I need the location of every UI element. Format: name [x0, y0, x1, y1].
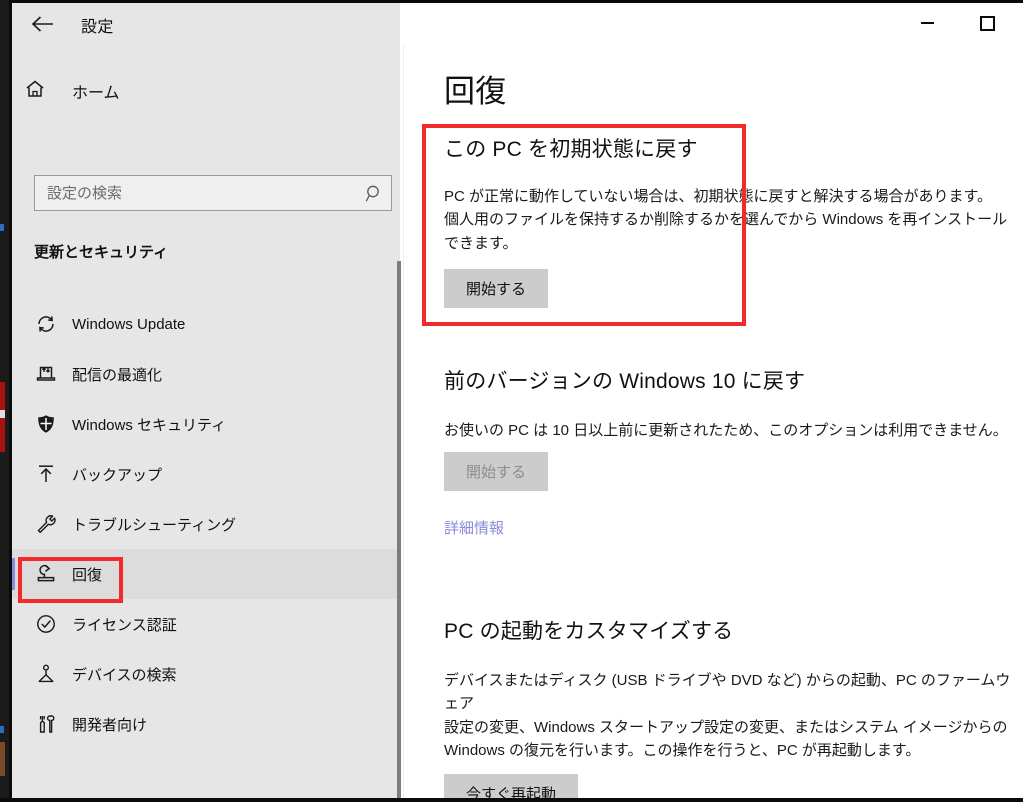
sidebar-item-label: デバイスの検索 [72, 666, 177, 684]
maximize-button[interactable] [963, 3, 1011, 43]
shield-icon [24, 413, 68, 435]
sidebar-item-home-label: ホーム [72, 85, 120, 102]
minimize-button[interactable] [903, 3, 951, 43]
background-accent-red-a [0, 382, 5, 410]
sidebar-item-label: Windows セキュリティ [72, 416, 227, 434]
window-bottom-edge [0, 798, 1023, 802]
go-back-more-info-link[interactable]: 詳細情報 [444, 520, 504, 537]
section-title: PC の起動をカスタマイズする [444, 620, 734, 643]
sidebar-item-delivery-optimization[interactable]: 配信の最適化 [12, 349, 400, 399]
maximize-icon [979, 15, 995, 31]
sidebar-item-windows-security[interactable]: Windows セキュリティ [12, 399, 400, 449]
sidebar-section-header: 更新とセキュリティ [34, 244, 169, 261]
home-icon [24, 78, 68, 105]
back-button[interactable] [20, 3, 66, 45]
title-bar: 設定 [12, 3, 1023, 45]
sidebar-nav-list: Windows Update 配信の最適化 Windows セキュリティ バック… [12, 299, 400, 749]
search-box[interactable] [34, 175, 392, 211]
sidebar-item-activation[interactable]: ライセンス認証 [12, 599, 400, 649]
background-accent-red-b [0, 418, 5, 452]
minimize-icon [920, 22, 934, 24]
background-accent-c [0, 742, 5, 776]
sidebar-item-windows-update[interactable]: Windows Update [12, 299, 400, 349]
section-advanced-startup: PC の起動をカスタマイズする デバイスまたはディスク (USB ドライブや D… [444, 615, 1023, 802]
sidebar-item-label: 開発者向け [72, 716, 148, 734]
section-body: PC が正常に動作していない場合は、初期状態に戻すと解決する場合があります。 個… [444, 188, 1008, 252]
wrench-icon [24, 513, 68, 535]
reset-pc-start-button[interactable]: 開始する [444, 268, 549, 308]
delivery-optimization-icon [24, 363, 68, 385]
go-back-start-button: 開始する [444, 452, 549, 492]
sync-refresh-icon [24, 313, 68, 335]
back-arrow-icon [31, 16, 53, 32]
sidebar-item-label: 配信の最適化 [72, 366, 163, 384]
search-icon [357, 184, 391, 203]
title-bar-left [12, 3, 400, 45]
sidebar-item-home[interactable]: ホーム [12, 71, 400, 111]
sidebar-item-find-my-device[interactable]: デバイスの検索 [12, 649, 400, 699]
section-body: デバイスまたはディスク (USB ドライブや DVD など) からの起動、PC … [444, 672, 1011, 759]
sidebar-item-for-developers[interactable]: 開発者向け [12, 699, 400, 749]
sidebar-item-label: バックアップ [72, 466, 163, 484]
section-reset-pc: この PC を初期状態に戻す PC が正常に動作していない場合は、初期状態に戻す… [444, 133, 1023, 308]
sidebar-item-label: トラブルシューティング [72, 516, 237, 534]
settings-window: 設定 ホーム 設定の検索 更新とセキュリティ Windows Update 配信… [9, 0, 1023, 802]
sidebar-item-label: ライセンス認証 [72, 616, 177, 634]
recovery-icon [24, 563, 68, 585]
sidebar-item-label: Windows Update [72, 315, 186, 333]
section-body: お使いの PC は 10 日以上前に更新されたため、このオプションは利用できませ… [444, 422, 1008, 439]
sidebar-scrollbar[interactable] [397, 261, 401, 802]
background-accent-a [0, 224, 4, 231]
section-title: この PC を初期状態に戻す [444, 138, 698, 161]
content-pane: 回復 この PC を初期状態に戻す PC が正常に動作していない場合は、初期状態… [404, 45, 1023, 802]
sidebar-item-backup[interactable]: バックアップ [12, 449, 400, 499]
upload-arrow-icon [24, 463, 68, 485]
sidebar: ホーム 更新とセキュリティ [12, 45, 401, 802]
developer-tools-icon [24, 713, 68, 735]
section-title: 前のバージョンの Windows 10 に戻す [444, 370, 806, 393]
search-input[interactable] [35, 183, 357, 203]
page-title: 回復 [444, 74, 507, 109]
find-device-icon [24, 663, 68, 685]
sidebar-item-label: 回復 [72, 566, 103, 584]
app-title: 設定 [81, 19, 114, 36]
background-accent-b [0, 726, 4, 733]
sidebar-item-troubleshoot[interactable]: トラブルシューティング [12, 499, 400, 549]
settings-window-screenshot: 設定 ホーム 設定の検索 更新とセキュリティ Windows Update 配信… [0, 0, 1023, 802]
check-circle-icon [24, 613, 68, 635]
section-go-back: 前のバージョンの Windows 10 に戻す お使いの PC は 10 日以上… [444, 365, 1023, 538]
background-accent-white [0, 410, 5, 418]
sidebar-item-recovery[interactable]: 回復 [12, 549, 400, 599]
